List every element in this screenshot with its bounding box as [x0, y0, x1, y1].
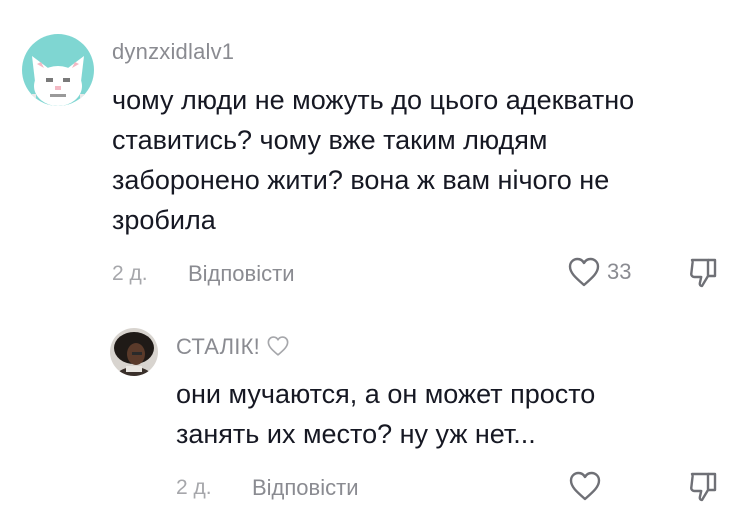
- heart-icon: [567, 256, 601, 288]
- reply-time: 2 д.: [176, 476, 212, 499]
- reply-username-text: СТАЛІК!: [176, 334, 260, 359]
- comment-text: чому люди не можуть до цього адекватно с…: [112, 85, 635, 235]
- reply-username[interactable]: СТАЛІК!: [176, 334, 290, 363]
- like-button[interactable]: 33: [567, 256, 631, 288]
- reply-button[interactable]: Відповісти: [188, 261, 295, 287]
- reply-text: они мучаются, а он может просто занять и…: [176, 379, 596, 449]
- comment-username[interactable]: dynzxidlalv1: [112, 39, 234, 65]
- dislike-icon[interactable]: [686, 256, 720, 290]
- white-cat-avatar-icon[interactable]: [22, 34, 94, 106]
- dislike-icon[interactable]: [686, 470, 720, 504]
- reply-reply-button[interactable]: Відповісти: [252, 475, 359, 501]
- like-count: 33: [607, 259, 632, 284]
- heart-icon[interactable]: [568, 470, 602, 502]
- heart-outline-icon: [266, 335, 290, 363]
- dark-portrait-avatar-icon[interactable]: [110, 328, 158, 376]
- comment-time: 2 д.: [112, 262, 148, 285]
